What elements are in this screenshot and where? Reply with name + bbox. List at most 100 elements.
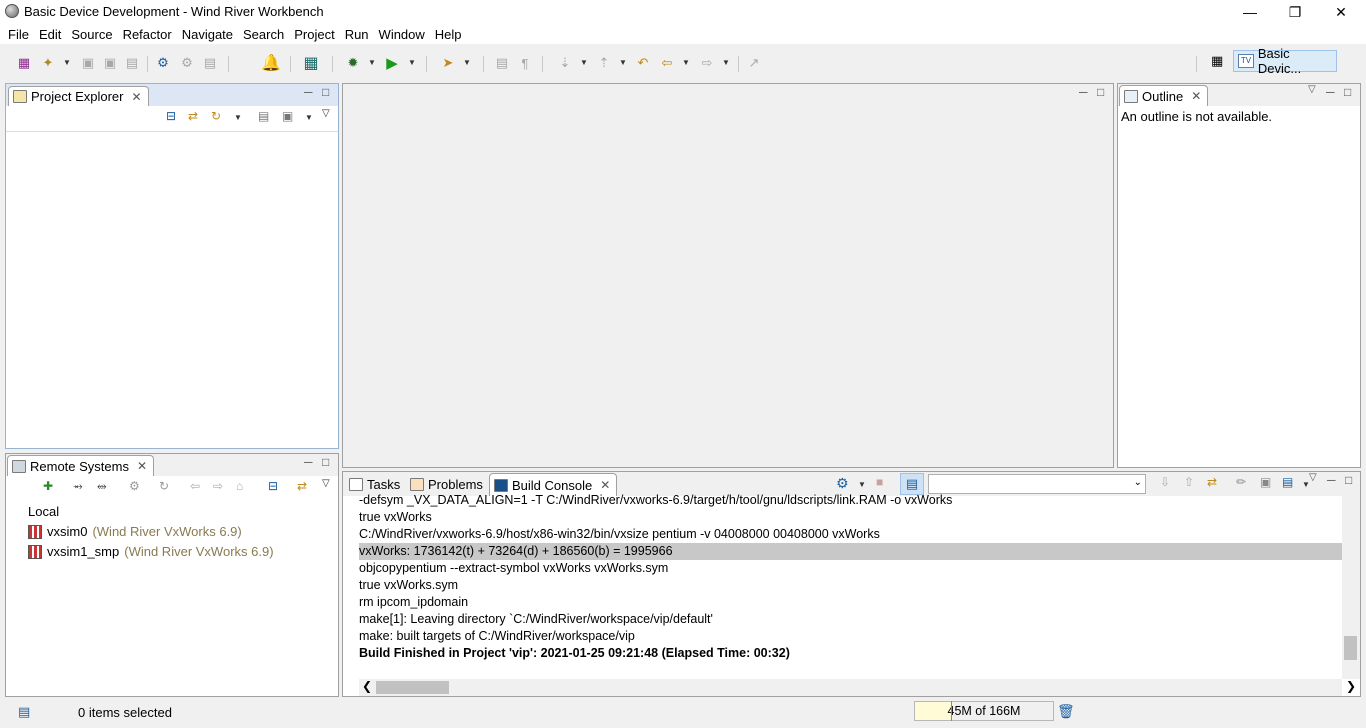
outline-minimize-icon[interactable]: ─ — [1326, 85, 1335, 99]
outline-view-menu-icon[interactable]: ▽ — [1308, 84, 1316, 95]
save-console-icon[interactable]: ▤ — [1282, 475, 1293, 489]
external-tools-icon[interactable]: ➤ — [439, 54, 457, 72]
editor-minimize-icon[interactable]: ─ — [1079, 85, 1088, 99]
toggle-mark-icon[interactable]: ▤ — [493, 54, 511, 72]
last-edit-location-icon[interactable]: ↶ — [634, 54, 652, 72]
minimize-button[interactable]: — — [1227, 0, 1273, 24]
run-dropdown-icon[interactable]: ▼ — [408, 58, 416, 67]
next-annotation-dropdown-icon[interactable]: ▼ — [580, 58, 588, 67]
stop-build-icon[interactable]: ■ — [876, 475, 883, 489]
print-icon[interactable]: ▤ — [123, 54, 141, 72]
debug-dropdown-icon[interactable]: ▼ — [368, 58, 376, 67]
connect-icon[interactable]: ⥇ — [73, 479, 83, 494]
remote-collapse-icon[interactable]: ⊟ — [268, 479, 278, 493]
close-project-explorer-icon[interactable]: ✕ — [131, 90, 141, 104]
new-wizard-dropdown-icon[interactable]: ▼ — [63, 58, 71, 67]
vertical-scroll-thumb[interactable] — [1344, 636, 1357, 660]
sync-dropdown-icon[interactable]: ▼ — [234, 113, 242, 122]
build-project-icon[interactable]: ⚙ — [154, 54, 172, 72]
remote-maximize-icon[interactable]: □ — [322, 455, 329, 469]
perspective-basic-device-button[interactable]: TV Basic Devic... — [1233, 46, 1337, 76]
open-console-icon[interactable]: ▣ — [1260, 475, 1271, 489]
next-annotation-icon[interactable]: ⇣ — [556, 54, 574, 72]
open-perspective-icon[interactable]: ▦ — [1211, 53, 1227, 69]
menu-navigate[interactable]: Navigate — [177, 27, 238, 42]
console-horizontal-scrollbar[interactable]: ❮ ❯ — [359, 679, 1356, 696]
link-editor-icon[interactable]: ⇄ — [188, 109, 198, 123]
console-settings-dropdown-icon[interactable]: ▼ — [858, 480, 866, 489]
outline-maximize-icon[interactable]: □ — [1344, 85, 1351, 99]
menu-file[interactable]: File — [3, 27, 34, 42]
remote-forward-icon[interactable]: ⇨ — [213, 479, 223, 493]
scroll-up-icon[interactable]: ⇧ — [1184, 475, 1194, 489]
disconnect-icon[interactable]: ⥈ — [97, 479, 107, 494]
forward-dropdown-icon[interactable]: ▼ — [722, 58, 730, 67]
save-all-icon[interactable]: ▣ — [101, 54, 119, 72]
scroll-left-icon[interactable]: ❮ — [362, 679, 372, 693]
editor-maximize-icon[interactable]: □ — [1097, 85, 1104, 99]
console-select-dropdown[interactable]: ⌄ — [928, 474, 1146, 494]
remote-back-icon[interactable]: ⇦ — [190, 479, 200, 493]
back-dropdown-icon[interactable]: ▼ — [682, 58, 690, 67]
console-settings-icon[interactable]: ⚙ — [836, 475, 849, 492]
back-icon[interactable]: ⇦ — [658, 54, 676, 72]
close-build-console-icon[interactable]: ✕ — [600, 478, 610, 492]
menu-run[interactable]: Run — [340, 27, 374, 42]
refresh-target-icon[interactable]: ⚙ — [129, 479, 140, 493]
console-minimize-icon[interactable]: ─ — [1327, 473, 1336, 487]
filter-icon[interactable]: ▤ — [258, 109, 269, 123]
garbage-collect-icon[interactable]: 🗑 — [1057, 703, 1075, 720]
remote-home-icon[interactable]: ⌂ — [236, 479, 243, 493]
tree-item-local[interactable]: Local — [28, 504, 59, 519]
sync-icon[interactable]: ↻ — [211, 109, 221, 123]
reset-target-icon[interactable]: ↻ — [159, 479, 169, 493]
restore-button[interactable]: ❐ — [1272, 0, 1318, 24]
console-maximize-icon[interactable]: □ — [1345, 473, 1352, 487]
fast-view-icon[interactable]: ▤ — [18, 704, 30, 720]
run-icon[interactable]: ▶ — [383, 54, 401, 72]
new-wizard-icon[interactable]: ✦ — [39, 54, 57, 72]
scroll-right-icon[interactable]: ❯ — [1346, 679, 1356, 693]
minimize-view-icon[interactable]: ─ — [304, 85, 313, 99]
view-menu-icon[interactable]: ▽ — [322, 108, 330, 119]
tree-item-vxsim1-smp[interactable]: vxsim1_smp (Wind River VxWorks 6.9) — [28, 544, 274, 559]
menu-help[interactable]: Help — [430, 27, 467, 42]
menu-project[interactable]: Project — [289, 27, 339, 42]
remote-view-menu-icon[interactable]: ▽ — [322, 478, 330, 489]
heap-status[interactable]: 45M of 166M — [914, 701, 1054, 721]
new-workbench-icon[interactable]: ▦ — [15, 54, 33, 72]
options-dropdown-icon[interactable]: ▼ — [305, 113, 313, 122]
alert-bell-icon[interactable]: 🔔 — [261, 54, 281, 72]
view-options-icon[interactable]: ▣ — [282, 109, 293, 123]
menu-edit[interactable]: Edit — [34, 27, 66, 42]
new-connection-icon[interactable]: ✚ — [43, 479, 53, 493]
close-outline-icon[interactable]: ✕ — [1191, 89, 1201, 103]
external-tools-dropdown-icon[interactable]: ▼ — [463, 58, 471, 67]
forward-icon[interactable]: ⇨ — [698, 54, 716, 72]
remote-link-icon[interactable]: ⇄ — [297, 479, 307, 493]
save-icon[interactable]: ▣ — [79, 54, 97, 72]
maximize-view-icon[interactable]: □ — [322, 85, 329, 99]
menu-source[interactable]: Source — [66, 27, 117, 42]
clean-icon[interactable]: ▤ — [201, 54, 219, 72]
horizontal-scroll-thumb[interactable] — [376, 681, 449, 694]
close-remote-systems-icon[interactable]: ✕ — [137, 459, 147, 473]
remote-minimize-icon[interactable]: ─ — [304, 455, 313, 469]
collapse-all-icon[interactable]: ⊟ — [166, 109, 176, 123]
rebuild-icon[interactable]: ⚙ — [178, 54, 196, 72]
tab-project-explorer[interactable]: Project Explorer ✕ — [8, 86, 149, 106]
menu-refactor[interactable]: Refactor — [118, 27, 177, 42]
target-connect-icon[interactable]: ▦ — [302, 54, 320, 72]
clear-console-icon[interactable]: ✏ — [1236, 475, 1246, 489]
menu-window[interactable]: Window — [374, 27, 430, 42]
console-view-menu-icon[interactable]: ▽ — [1309, 472, 1317, 483]
close-button[interactable]: ✕ — [1318, 0, 1364, 24]
show-whitespace-icon[interactable]: ¶ — [516, 54, 534, 72]
menu-search[interactable]: Search — [238, 27, 289, 42]
tree-item-vxsim0[interactable]: vxsim0 (Wind River VxWorks 6.9) — [28, 524, 242, 539]
tab-outline[interactable]: Outline ✕ — [1119, 85, 1209, 106]
previous-annotation-icon[interactable]: ⇡ — [595, 54, 613, 72]
debug-icon[interactable]: ✹ — [344, 54, 362, 72]
pin-editor-icon[interactable]: ↗ — [745, 54, 763, 72]
tab-remote-systems[interactable]: Remote Systems ✕ — [7, 455, 155, 476]
